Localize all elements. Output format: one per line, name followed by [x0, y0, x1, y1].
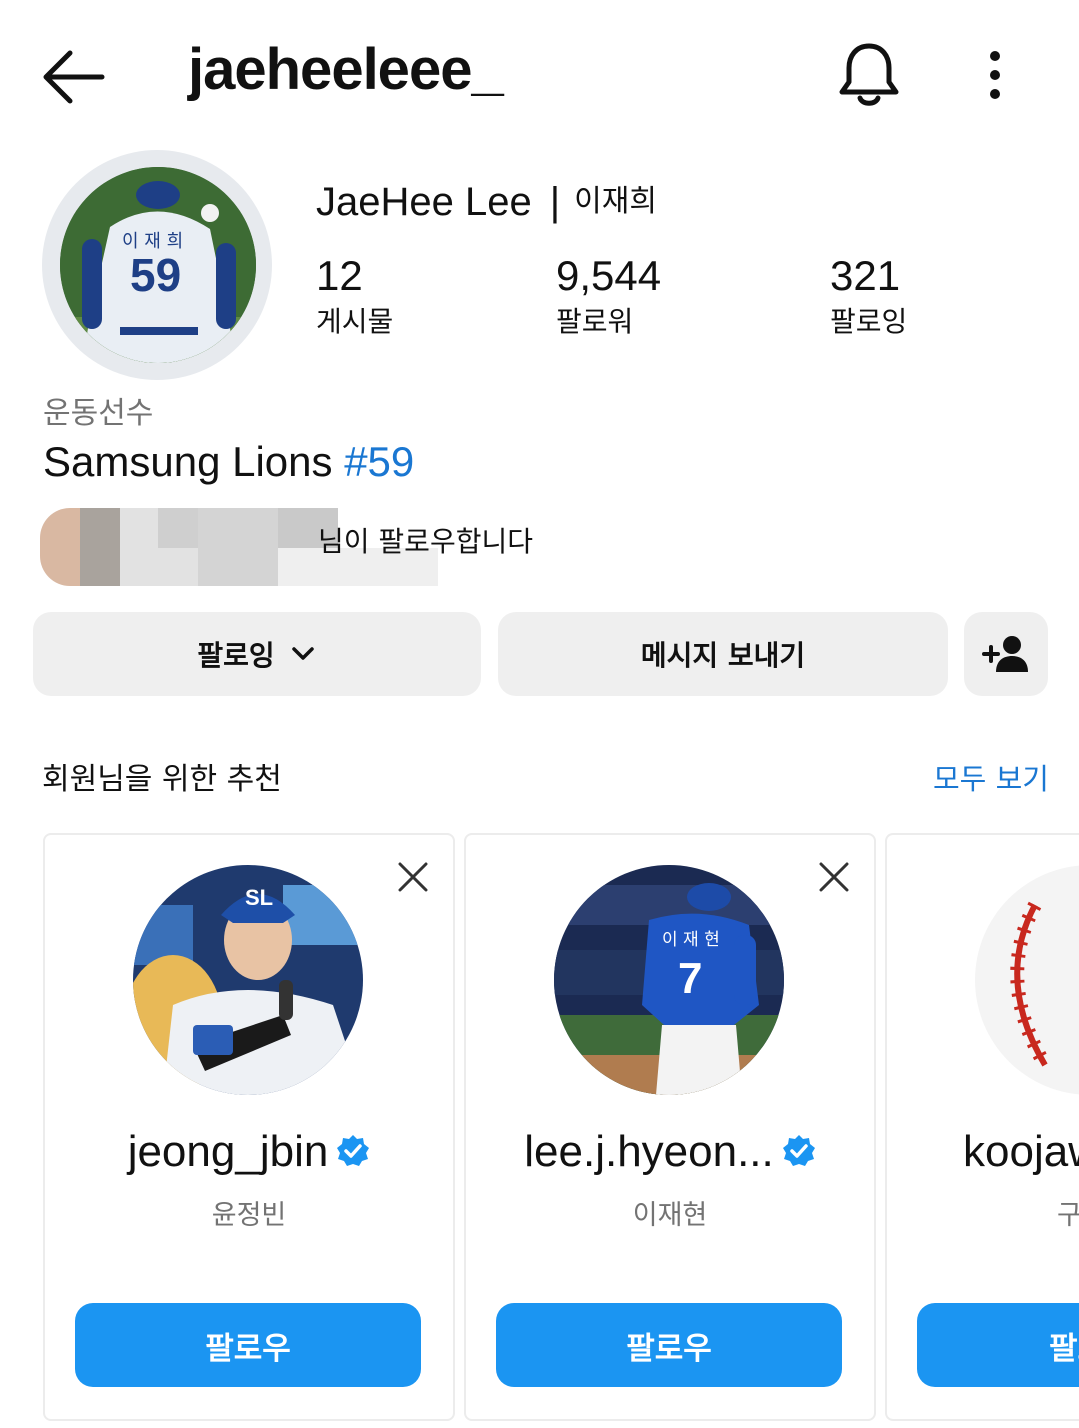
suggestion-card[interactable]: koojaw 구 팔로우: [885, 833, 1079, 1421]
avatar-photo: 이 재 희 59: [60, 167, 256, 363]
posts-label: 게시물: [316, 305, 394, 338]
jersey-number: 59: [130, 249, 181, 301]
suggestion-photo: 이 재 현 7: [554, 865, 784, 1095]
svg-text:SL: SL: [245, 885, 273, 910]
notifications-button[interactable]: [836, 40, 902, 110]
more-vertical-icon: [990, 51, 1000, 99]
following-dropdown-button[interactable]: 팔로잉: [33, 612, 481, 696]
suggestion-username: jeong_jbin: [127, 1127, 329, 1176]
suggestion-card[interactable]: SL jeong_jbin 윤정빈 팔로우: [43, 833, 455, 1421]
display-name-row: JaeHee Lee | 이재희: [316, 176, 657, 225]
see-all-link[interactable]: 모두 보기: [933, 756, 1049, 798]
suggestion-avatar[interactable]: [975, 865, 1079, 1095]
profile-avatar[interactable]: 이 재 희 59: [60, 167, 256, 363]
more-options-button[interactable]: [972, 46, 1018, 106]
close-icon[interactable]: [397, 861, 429, 893]
suggestion-avatar[interactable]: 이 재 현 7: [554, 865, 784, 1095]
jersey-number: 7: [678, 954, 702, 1003]
follow-button[interactable]: 팔로우: [75, 1303, 421, 1387]
suggestion-real-name: 윤정빈: [211, 1200, 287, 1231]
stat-following[interactable]: 321 팔로잉: [830, 252, 907, 340]
bio-text: Samsung Lions: [43, 438, 345, 485]
suggestion-real-name: 이재현: [632, 1200, 708, 1231]
suggestion-username[interactable]: koojaw: [963, 1127, 1079, 1177]
posts-count: 12: [316, 252, 363, 299]
verified-badge-icon: [782, 1135, 815, 1166]
chevron-down-icon: [291, 647, 314, 660]
verified-badge-icon: [337, 1135, 370, 1166]
profile-category: 운동선수: [43, 396, 154, 431]
suggested-users-button[interactable]: [964, 612, 1048, 696]
mutual-followers-text[interactable]: 님이 팔로우합니다: [318, 520, 533, 560]
followers-count: 9,544: [556, 252, 662, 299]
suggestions-title: 회원님을 위한 추천: [42, 762, 282, 797]
suggestion-photo: SL: [133, 865, 363, 1095]
follow-button[interactable]: 팔로우: [496, 1303, 842, 1387]
suggestion-username-row[interactable]: lee.j.hyeon...: [466, 1127, 874, 1177]
following-count: 321: [830, 252, 901, 299]
back-button[interactable]: [40, 48, 106, 106]
following-label: 팔로잉: [830, 305, 908, 338]
message-button[interactable]: 메시지 보내기: [498, 612, 948, 696]
follow-button[interactable]: 팔로우: [917, 1303, 1079, 1387]
korean-name: 이재희: [574, 185, 657, 218]
suggestion-username-row[interactable]: jeong_jbin: [45, 1127, 453, 1177]
profile-bio: Samsung Lions #59: [43, 438, 414, 486]
arrow-left-icon: [43, 50, 105, 104]
name-separator: |: [549, 180, 561, 224]
profile-username: jaeheeleee_: [188, 37, 504, 102]
close-icon[interactable]: [818, 861, 850, 893]
bell-icon: [839, 43, 899, 106]
following-button-label: 팔로잉: [197, 639, 275, 672]
followers-label: 팔로워: [556, 305, 634, 338]
message-button-label: 메시지 보내기: [640, 639, 806, 672]
jersey-name: 이 재 현: [662, 930, 720, 950]
bio-hashtag[interactable]: #59: [344, 438, 414, 485]
suggestion-card[interactable]: 이 재 현 7 lee.j.hyeon... 이재현 팔로우: [464, 833, 876, 1421]
suggestion-real-name: 구: [1057, 1193, 1079, 1232]
baseball-photo: [975, 865, 1079, 1095]
suggestion-avatar[interactable]: SL: [133, 865, 363, 1095]
stat-posts[interactable]: 12 게시물: [316, 252, 393, 340]
stat-followers[interactable]: 9,544 팔로워: [556, 252, 661, 340]
suggestion-username: lee.j.hyeon...: [524, 1127, 774, 1176]
display-name: JaeHee Lee: [316, 180, 532, 224]
add-user-icon: [982, 636, 1028, 672]
